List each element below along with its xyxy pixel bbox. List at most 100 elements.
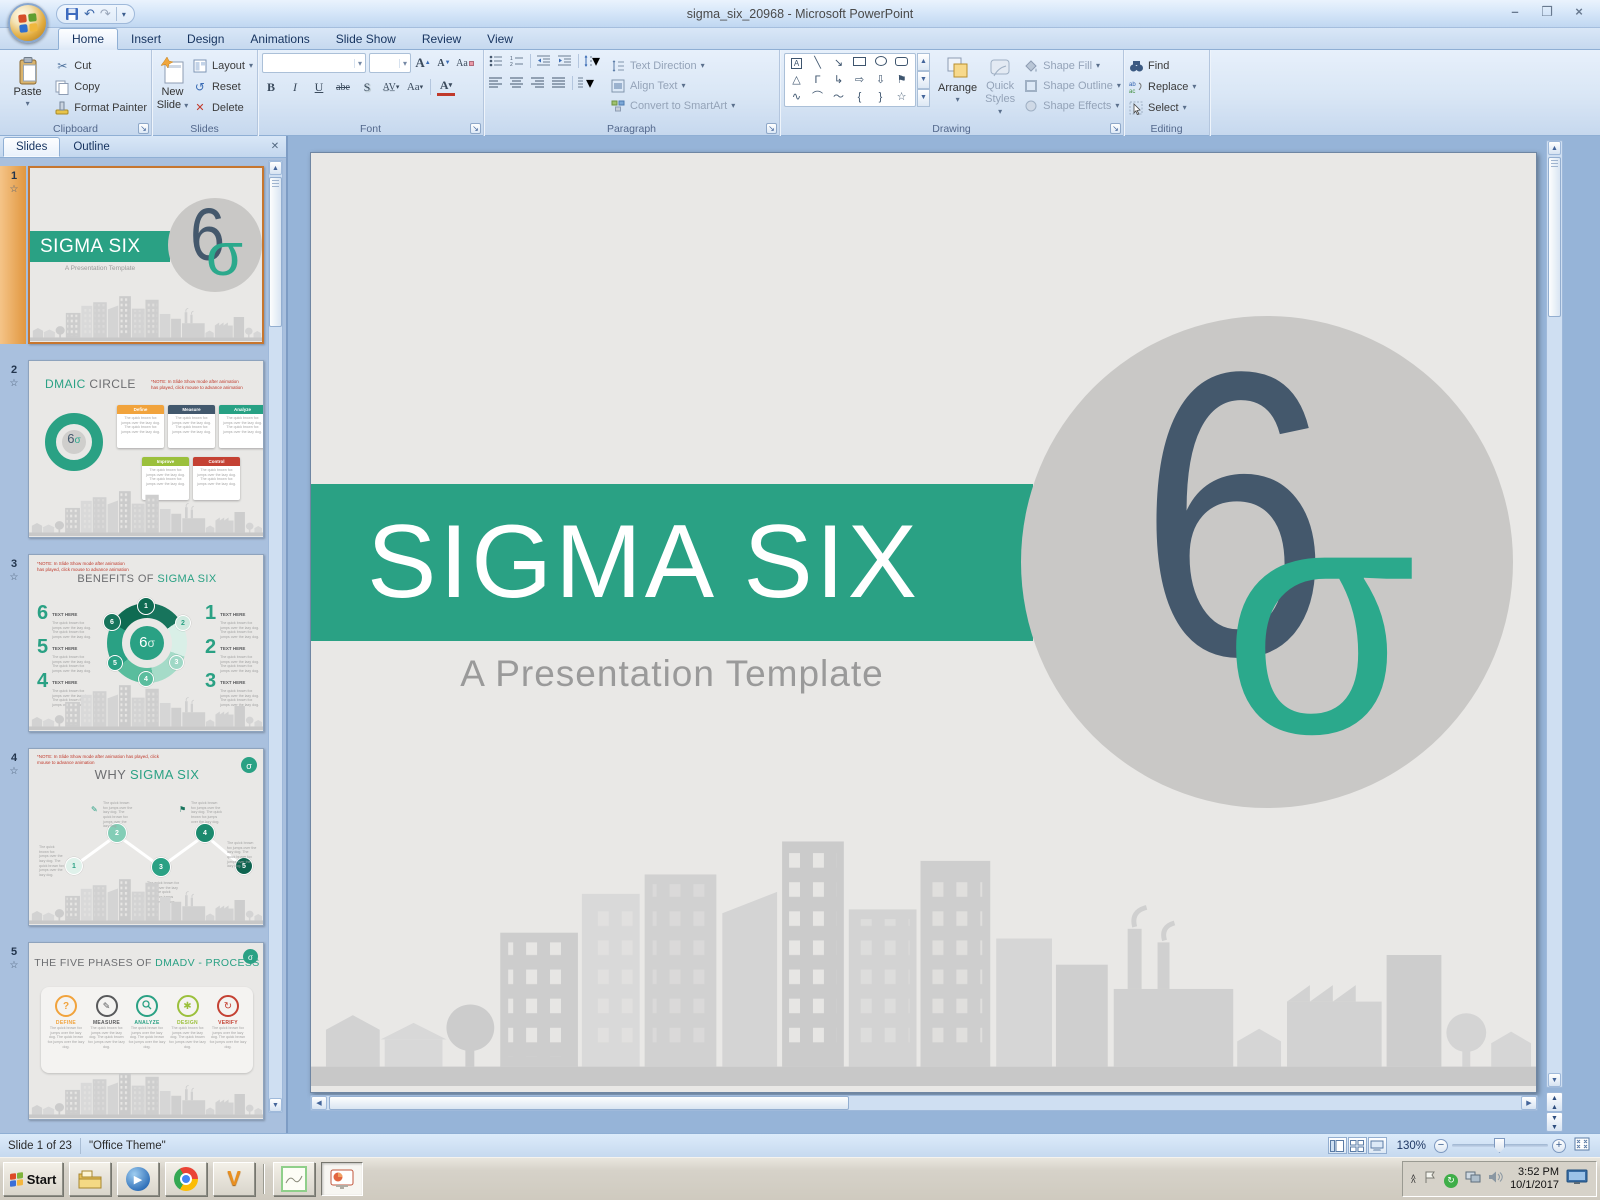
tab-design[interactable]: Design [174, 29, 237, 49]
tab-home[interactable]: Home [58, 28, 119, 50]
numbering-button[interactable]: 12 [509, 53, 525, 69]
scroll-up[interactable]: ▲ [1548, 141, 1561, 155]
scroll-down[interactable]: ▼ [1548, 1073, 1561, 1087]
undo-icon[interactable]: ↶ [84, 6, 95, 22]
shape-elbow-arrow-icon[interactable]: ↳ [828, 72, 849, 89]
vertical-scrollbar[interactable]: ▲ ▼ [1546, 140, 1563, 1088]
scroll-left[interactable]: ◀ [311, 1096, 327, 1110]
grow-font-button[interactable]: A ▲ [414, 54, 432, 72]
clipboard-dialog-launcher[interactable]: ↘ [138, 123, 149, 134]
theme-name[interactable]: "Office Theme" [89, 1140, 166, 1152]
image-viewer-taskbar-button[interactable] [273, 1162, 315, 1196]
arrange-button[interactable]: Arrange ▾ [938, 53, 977, 104]
copy-button[interactable]: Copy [54, 78, 147, 95]
italic-button[interactable]: I [286, 78, 304, 96]
horizontal-scroll-thumb[interactable] [329, 1096, 849, 1110]
zoom-slider[interactable] [1452, 1138, 1548, 1153]
character-spacing-button[interactable]: A̲V̲ ▾ [382, 78, 400, 96]
justify-button[interactable] [551, 75, 567, 91]
new-slide-button[interactable]: New Slide ▾ [156, 53, 189, 111]
format-painter-button[interactable]: Format Painter [54, 99, 147, 116]
text-direction-button[interactable]: Text Direction ▾ [610, 57, 735, 74]
vertical-scroll-thumb[interactable] [1548, 157, 1561, 317]
shape-elbow-icon[interactable]: Γ [807, 72, 828, 89]
tab-animations[interactable]: Animations [237, 29, 322, 49]
slide-2-thumbnail[interactable]: DMAIC CIRCLE *NOTE: In Slide Show mode a… [28, 360, 264, 538]
shape-outline-button[interactable]: Shape Outline ▾ [1023, 77, 1121, 94]
shape-fill-button[interactable]: Shape Fill ▾ [1023, 57, 1121, 74]
shape-arc-icon[interactable]: ⌒ [807, 89, 828, 106]
shape-textbox-icon[interactable]: A [786, 55, 807, 72]
clear-formatting-button[interactable]: Aa [456, 54, 474, 72]
shape-flag-icon[interactable]: ⚑ [891, 72, 912, 89]
tab-insert[interactable]: Insert [118, 29, 174, 49]
replace-button[interactable]: ab ac Replace ▾ [1128, 78, 1205, 95]
slide-2-animation-icon[interactable]: ☆ [6, 378, 22, 389]
bullets-button[interactable] [488, 53, 504, 69]
shape-line-icon[interactable]: ╲ [807, 55, 828, 72]
slide-4-thumbnail[interactable]: *NOTE: In Slide Show mode after animatio… [28, 748, 264, 926]
select-button[interactable]: Select ▾ [1128, 99, 1205, 116]
strikethrough-button[interactable]: abe [334, 78, 352, 96]
shape-right-brace-icon[interactable]: } [870, 89, 891, 106]
delete-button[interactable]: ✕ Delete [192, 99, 253, 116]
slide-canvas[interactable]: SIGMA SIX A Presentation Template 6 σ [310, 152, 1537, 1093]
tab-view[interactable]: View [474, 29, 526, 49]
quick-styles-button[interactable]: Quick Styles ▾ [985, 53, 1015, 118]
shape-right-arrow-icon[interactable]: ⇨ [849, 72, 870, 89]
align-right-button[interactable] [530, 75, 546, 91]
restore-button[interactable]: ❒ [1534, 4, 1560, 21]
slide-subtitle[interactable]: A Presentation Template [311, 653, 1033, 695]
slide-show-view-button[interactable] [1367, 1137, 1387, 1154]
font-dialog-launcher[interactable]: ↘ [470, 123, 481, 134]
bold-button[interactable]: B [262, 78, 280, 96]
tab-slides[interactable]: Slides [3, 137, 61, 157]
title-band[interactable]: SIGMA SIX [311, 484, 1033, 641]
slide-1-animation-icon[interactable]: ☆ [6, 184, 22, 195]
zoom-slider-thumb[interactable] [1494, 1138, 1505, 1153]
previous-slide-button[interactable]: ▲ ▲ [1546, 1092, 1563, 1112]
file-explorer-taskbar-button[interactable] [69, 1162, 111, 1196]
tray-clock[interactable]: 3:52 PM 10/1/2017 [1510, 1166, 1559, 1192]
shrink-font-button[interactable]: A ▼ [435, 54, 453, 72]
update-tray-icon[interactable]: ↻ [1444, 1170, 1459, 1188]
underline-button[interactable]: U [310, 78, 328, 96]
panel-scroll-down[interactable]: ▼ [269, 1098, 282, 1112]
shape-triangle-icon[interactable]: △ [786, 72, 807, 89]
shadow-button[interactable]: S [358, 78, 376, 96]
shape-scribble-icon[interactable]: ∿ [786, 89, 807, 106]
zoom-out-button[interactable]: − [1434, 1138, 1448, 1153]
shape-arrow-icon[interactable]: ↘ [828, 55, 849, 72]
slide-5-animation-icon[interactable]: ☆ [6, 960, 22, 971]
cut-button[interactable]: ✂ Cut [54, 57, 147, 74]
expand-tray-icon[interactable]: ˄ ˄ [1411, 1173, 1416, 1186]
tab-slide-show[interactable]: Slide Show [323, 29, 409, 49]
columns-button[interactable]: ▾ [578, 75, 594, 92]
slide-4-animation-icon[interactable]: ☆ [6, 766, 22, 777]
minimize-button[interactable]: – [1502, 4, 1528, 21]
slide-3-animation-icon[interactable]: ☆ [6, 572, 22, 583]
convert-to-smartart-button[interactable]: Convert to SmartArt ▾ [610, 97, 735, 114]
media-player-taskbar-button[interactable]: ▶ [117, 1162, 159, 1196]
panel-scroll-up[interactable]: ▲ [269, 161, 282, 175]
drawing-dialog-launcher[interactable]: ↘ [1110, 123, 1121, 134]
shape-left-brace-icon[interactable]: { [849, 89, 870, 106]
shapes-scroll-up[interactable]: ▲ [917, 53, 930, 71]
paste-button[interactable]: Paste ▾ [4, 53, 51, 108]
panel-scrollbar[interactable]: ▲ ▼ [268, 160, 283, 1113]
chrome-taskbar-button[interactable] [165, 1162, 207, 1196]
office-button[interactable] [8, 3, 48, 43]
zoom-level[interactable]: 130% [1397, 1140, 1426, 1152]
find-button[interactable]: Find [1128, 57, 1205, 74]
decrease-indent-button[interactable] [536, 53, 552, 69]
shape-curve-icon[interactable]: ～ [828, 89, 849, 106]
close-button[interactable]: × [1566, 4, 1592, 21]
volume-tray-icon[interactable] [1488, 1170, 1503, 1189]
font-size-combo[interactable]: ▾ [369, 53, 411, 73]
align-text-button[interactable]: Align Text ▾ [610, 77, 735, 94]
shapes-gallery[interactable]: A ╲ ↘ △ Γ ↳ ⇨ ⇩ ⚑ ∿ ⌒ ～ {} ☆ [784, 53, 916, 107]
customize-qat-icon[interactable]: ▾ [122, 10, 126, 19]
font-color-button[interactable]: A ▾ [437, 78, 455, 96]
slide-5-thumbnail[interactable]: THE FIVE PHASES OF DMADV - PROCESS σ ? D… [28, 942, 264, 1120]
shape-star-icon[interactable]: ☆ [891, 89, 912, 106]
